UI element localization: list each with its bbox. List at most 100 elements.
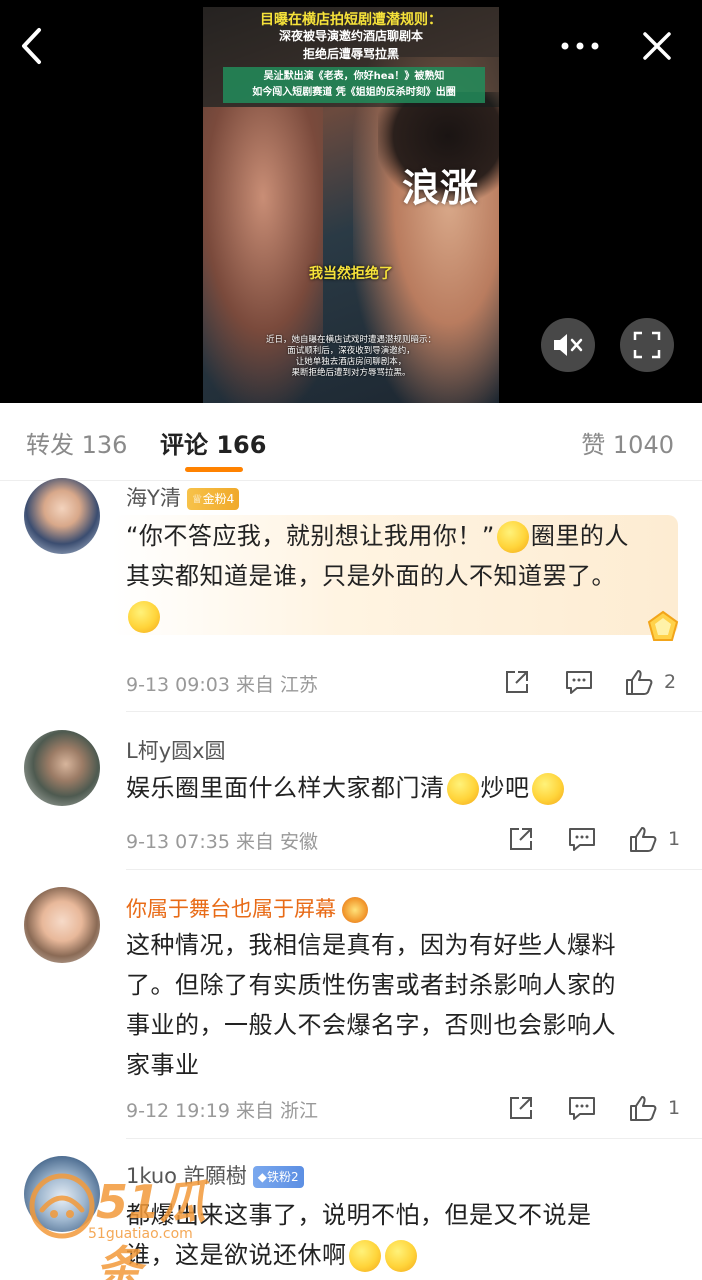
comment-time: 9-12 19:19 [126, 1100, 230, 1122]
comment-actions: 2 [500, 664, 690, 700]
avatar[interactable] [24, 478, 100, 554]
comment-meta: 9-12 19:19 来自 浙江 [126, 1096, 318, 1123]
gem-icon [647, 610, 679, 641]
comment-text-line: 家事业 [126, 1051, 200, 1079]
watermark-url: 51guatiao.com [88, 1226, 193, 1242]
laugh-cry-emoji-icon [531, 773, 564, 805]
tab-comments[interactable]: 评论 166 [160, 425, 266, 460]
like-button[interactable]: 2 [624, 664, 676, 700]
comment-author-name[interactable]: L柯y圆x圆 [126, 739, 226, 763]
video-caption-info-line: 吴沚默出演《老表，你好hea！》被熟知 [263, 71, 445, 82]
comment-text-part: 炒吧 [480, 774, 530, 802]
comment-author-name[interactable]: 海Y清 [126, 486, 181, 510]
show-logo: 浪涨 [400, 167, 480, 209]
like-count: 1 [668, 1097, 681, 1119]
comment-location: 来自 安徽 [235, 831, 319, 853]
close-icon [643, 32, 671, 60]
fan-badge-label: 铁粉2 [266, 1170, 299, 1184]
reply-button[interactable] [565, 664, 593, 700]
more-button[interactable] [555, 22, 605, 70]
share-icon [506, 671, 528, 693]
comment-text-part: 娱乐圈里面什么样大家都门清 [126, 774, 445, 802]
laugh-cry-emoji-icon [348, 1240, 381, 1272]
comment-icon [566, 671, 592, 694]
comment-author[interactable]: L柯y圆x圆 [126, 735, 226, 765]
tab-bar: 转发 136 评论 166 赞 1040 [0, 403, 702, 481]
like-count: 2 [664, 671, 677, 693]
comment-author-name[interactable]: 你属于舞台也属于屏幕 [126, 897, 336, 921]
video-player[interactable]: 目曝在横店拍短剧遭潜规则： 深夜被导演邀约酒店聊剧本 拒绝后遭辱骂拉黑 吴沚默出… [0, 0, 702, 403]
hug-emoji-icon [446, 773, 479, 805]
like-button[interactable]: 1 [628, 1090, 680, 1126]
tab-repost[interactable]: 转发 136 [26, 425, 127, 460]
video-caption-line: 深夜被导演邀约酒店聊剧本 [278, 29, 423, 43]
comment-text-part: “你不答应我，就别想让我用你！” [126, 522, 495, 550]
comment-time: 9-13 07:35 [126, 831, 230, 853]
divider [126, 1138, 702, 1139]
video-frame: 目曝在横店拍短剧遭潜规则： 深夜被导演邀约酒店聊剧本 拒绝后遭辱骂拉黑 吴沚默出… [203, 7, 499, 403]
thumbs-up-icon [630, 827, 657, 852]
comment-actions: 1 [500, 1090, 690, 1126]
share-button[interactable] [508, 1090, 534, 1126]
like-count: 1 [668, 828, 681, 850]
thinking-emoji-icon [128, 601, 160, 633]
comment-location: 来自 浙江 [235, 1100, 319, 1122]
comment-author[interactable]: 你属于舞台也属于屏幕 [126, 893, 370, 923]
comment-text-line: 事业的，一般人不会爆名字，否则也会影响人 [126, 1011, 616, 1039]
comment-text: 娱乐圈里面什么样大家都门清 炒吧 [126, 768, 671, 808]
share-button[interactable] [508, 821, 534, 857]
fullscreen-button[interactable] [620, 318, 674, 372]
comment-meta: 9-13 07:35 来自 安徽 [126, 827, 318, 854]
comment-icon [569, 828, 595, 851]
fan-badge: ♕金粉4 [186, 488, 240, 510]
laugh-cry-emoji-icon [384, 1240, 417, 1272]
divider [126, 711, 702, 712]
tab-likes[interactable]: 赞 1040 [581, 425, 674, 460]
divider [126, 869, 702, 870]
show-logo-text: 浪涨 [401, 165, 478, 210]
close-button[interactable] [632, 22, 682, 70]
video-caption-title: 目曝在横店拍短剧遭潜规则： [260, 12, 442, 28]
share-icon [510, 828, 532, 850]
watermark-brand: 51瓜条 [96, 1175, 207, 1280]
avatar[interactable] [24, 730, 100, 806]
avatar[interactable] [24, 887, 100, 963]
share-icon [510, 1097, 532, 1119]
comment-text: “你不答应我，就别想让我用你！” 圈里的人 其实都知道是谁，只是外面的人不知道罢了… [126, 516, 671, 636]
shush-emoji-icon [496, 521, 529, 553]
comment-text: 这种情况，我相信是真有，因为有好些人爆料 了。但除了有实质性伤害或者封杀影响人家… [126, 925, 671, 1085]
video-bottom-caption-line: 果断拒绝后遭到对方辱骂拉黑。 [291, 368, 411, 378]
thumbs-up-icon [630, 1096, 657, 1121]
thumbs-up-icon [626, 670, 653, 695]
more-dots-icon [561, 42, 599, 50]
comment-actions: 1 [500, 821, 690, 857]
video-bottom-caption-line: 让她单独去酒店房间聊剧本， [295, 357, 407, 367]
comment-time: 9-13 09:03 [126, 674, 230, 696]
reply-button[interactable] [568, 821, 596, 857]
reply-button[interactable] [568, 1090, 596, 1126]
video-caption-info: 吴沚默出演《老表，你好hea！》被熟知 如今闯入短剧赛道 凭《姐姐的反杀时刻》出… [223, 67, 485, 103]
comment-author[interactable]: 海Y清 ♕金粉4 [126, 482, 240, 512]
crown-vip-icon [342, 897, 368, 923]
share-button[interactable] [504, 664, 530, 700]
comment-text-part: 圈里的人 [530, 522, 629, 550]
fullscreen-icon [633, 331, 661, 359]
video-subtitle: 我当然拒绝了 [309, 266, 393, 282]
video-caption-info-line: 如今闯入短剧赛道 凭《姐姐的反杀时刻》出圈 [252, 87, 456, 98]
like-button[interactable]: 1 [628, 821, 680, 857]
comment-icon [569, 1097, 595, 1120]
video-bottom-caption: 近日，她自曝在横店试戏时遭遇潜规则暗示： 面试顺利后，深夜收到导演邀约， 让她单… [233, 335, 469, 379]
comment-text-line: 这种情况，我相信是真有，因为有好些人爆料 [126, 931, 616, 959]
video-caption-lines: 深夜被导演邀约酒店聊剧本 拒绝后遭辱骂拉黑 [203, 27, 499, 63]
comment-meta: 9-13 09:03 来自 江苏 [126, 670, 318, 697]
comment-text-part: 其实都知道是谁，只是外面的人不知道罢了。 [126, 562, 616, 590]
fan-badge-label: 金粉4 [202, 492, 235, 506]
fan-badge: ◆铁粉2 [252, 1166, 304, 1188]
volume-mute-icon [554, 334, 583, 356]
back-button[interactable] [10, 22, 54, 70]
site-watermark: 51瓜条 51guatiao.com [26, 1160, 246, 1280]
comment-location: 来自 江苏 [235, 674, 319, 696]
mute-button[interactable] [541, 318, 595, 372]
comment-text-line: 了。但除了有实质性伤害或者封杀影响人家的 [126, 971, 616, 999]
video-caption-line: 拒绝后遭辱骂拉黑 [302, 47, 399, 61]
